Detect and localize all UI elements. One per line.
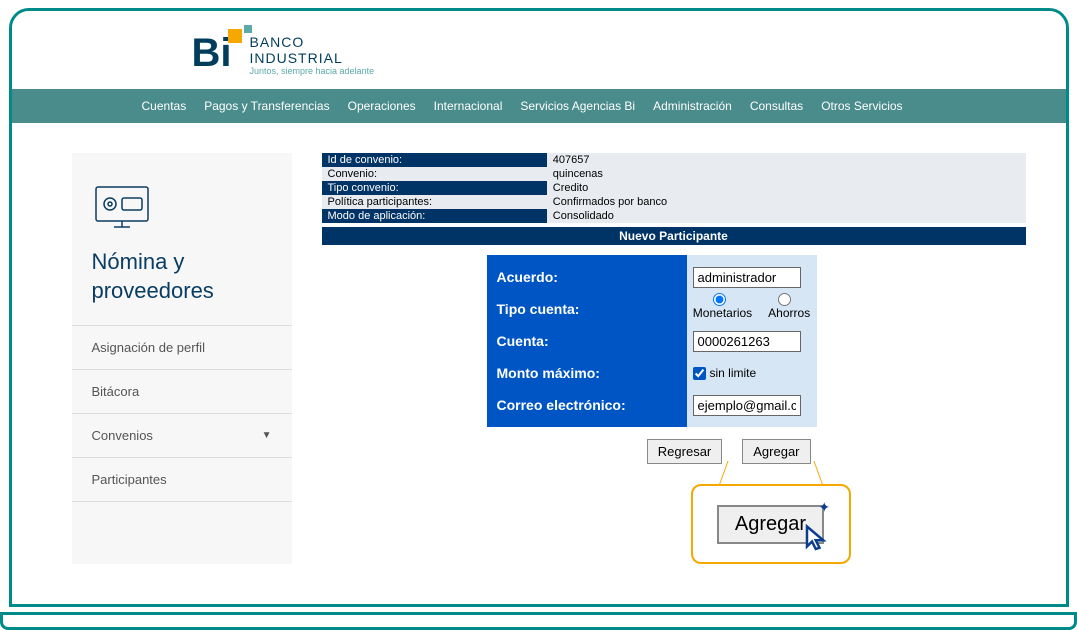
nav-consultas[interactable]: Consultas [750,99,803,113]
sidebar-item-label: Participantes [92,472,167,487]
detail-value: Credito [547,181,1026,195]
logo-text: BANCO INDUSTRIAL Juntos, siempre hacia a… [250,34,375,76]
detail-value: quincenas [547,167,1026,181]
nav-servicios-agencias[interactable]: Servicios Agencias Bi [520,99,635,113]
cuenta-input[interactable] [693,331,801,352]
radio-label-ahorros: Ahorros [768,306,810,320]
form-buttons: Regresar Agregar [322,427,1026,464]
nav-internacional[interactable]: Internacional [434,99,503,113]
nav-pagos-transferencias[interactable]: Pagos y Transferencias [204,99,329,113]
detail-value: 407657 [547,153,1026,167]
sidebar-item-participantes[interactable]: Participantes [72,457,292,502]
logo-mark: Bi [192,31,240,79]
detail-value: Confirmados por banco [547,195,1026,209]
table-row: Tipo convenio: Credito [322,181,1026,195]
convenio-details-table: Id de convenio: 407657 Convenio: quincen… [322,153,1026,223]
sin-limite-checkbox[interactable] [693,367,706,380]
table-row: Id de convenio: 407657 [322,153,1026,167]
device-base [0,612,1077,630]
logo-accent-icon [228,29,242,43]
device-frame: Bi BANCO INDUSTRIAL Juntos, siempre haci… [9,8,1069,607]
label-monto-maximo: Monto máximo: [497,357,677,389]
detail-label: Modo de aplicación: [322,209,547,223]
radio-monetarios[interactable] [713,293,726,306]
main-content: Id de convenio: 407657 Convenio: quincen… [322,153,1026,564]
detail-value: Consolidado [547,209,1026,223]
label-tipo-cuenta: Tipo cuenta: [497,293,677,325]
label-acuerdo: Acuerdo: [497,261,677,293]
main-nav: Cuentas Pagos y Transferencias Operacion… [12,89,1066,123]
sidebar-item-asignacion-perfil[interactable]: Asignación de perfil [72,325,292,370]
sidebar: Nómina y proveedores Asignación de perfi… [72,153,292,564]
detail-label: Política participantes: [322,195,547,209]
agregar-button-zoom[interactable]: Agregar ✦ [717,505,824,544]
monitor-payroll-icon [72,183,292,248]
sidebar-item-label: Convenios [92,428,153,443]
bank-tagline: Juntos, siempre hacia adelante [250,66,375,76]
acuerdo-input[interactable] [693,267,801,288]
agregar-zoom-label: Agregar [735,513,806,535]
nav-operaciones[interactable]: Operaciones [348,99,416,113]
detail-label: Convenio: [322,167,547,181]
participant-form: Acuerdo: Tipo cuenta: Cuenta: Monto máxi… [322,255,1026,427]
table-row: Modo de aplicación: Consolidado [322,209,1026,223]
chevron-down-icon: ▼ [262,430,272,441]
table-row: Convenio: quincenas [322,167,1026,181]
sidebar-title: Nómina y proveedores [72,248,292,325]
bank-name-line1: BANCO [250,34,375,50]
label-correo: Correo electrónico: [497,389,677,421]
detail-label: Tipo convenio: [322,181,547,195]
nav-administracion[interactable]: Administración [653,99,732,113]
form-labels-column: Acuerdo: Tipo cuenta: Cuenta: Monto máxi… [487,255,687,427]
bank-name-line2: INDUSTRIAL [250,50,375,66]
nav-otros-servicios[interactable]: Otros Servicios [821,99,902,113]
label-cuenta: Cuenta: [497,325,677,357]
table-row: Política participantes: Confirmados por … [322,195,1026,209]
screen: Bi BANCO INDUSTRIAL Juntos, siempre haci… [12,11,1066,604]
detail-label: Id de convenio: [322,153,547,167]
nav-cuentas[interactable]: Cuentas [142,99,187,113]
section-header: Nuevo Participante [322,227,1026,245]
sidebar-menu: Asignación de perfil Bitácora Convenios … [72,325,292,502]
cursor-icon [802,524,832,554]
sin-limite-label: sin limite [710,366,757,380]
radio-label-monetarios: Monetarios [693,306,752,320]
zoom-callout: Agregar ✦ [691,484,851,564]
sidebar-item-label: Asignación de perfil [92,340,205,355]
radio-ahorros[interactable] [778,293,791,306]
logo-area: Bi BANCO INDUSTRIAL Juntos, siempre haci… [12,11,1066,89]
sidebar-item-bitacora[interactable]: Bitácora [72,369,292,414]
correo-input[interactable] [693,395,801,416]
logo-letter: Bi [192,31,232,75]
click-marks-icon: ✦ [818,499,830,516]
callout-connector [693,461,849,486]
sidebar-item-convenios[interactable]: Convenios ▼ [72,413,292,458]
content-wrapper: Nómina y proveedores Asignación de perfi… [12,123,1066,604]
sidebar-item-label: Bitácora [92,384,140,399]
form-inputs-column: Monetarios Ahorros sin limite [687,255,817,427]
logo-accent-icon [244,25,252,33]
